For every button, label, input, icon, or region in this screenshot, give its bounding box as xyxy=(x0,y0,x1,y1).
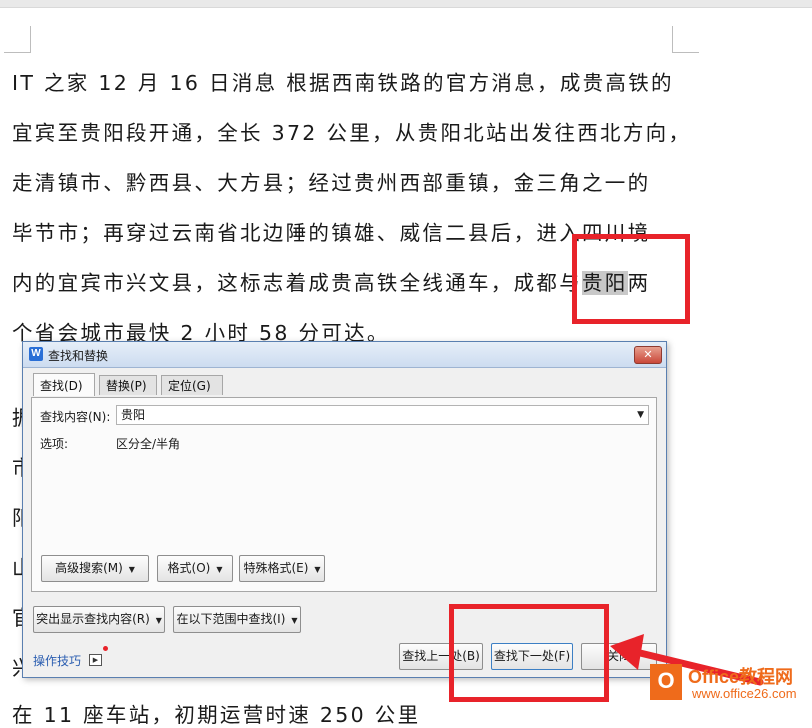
find-in-range-button[interactable]: 在以下范围中查找(I) ▼ xyxy=(173,606,301,633)
highlight-found-label: 突出显示查找内容(R) xyxy=(36,612,150,626)
tips-link[interactable]: 操作技巧 xyxy=(33,652,81,669)
dialog-title: 查找和替换 xyxy=(48,349,109,363)
doc-bottom-line: 在 11 座车站，初期运营时速 250 公里 xyxy=(12,703,421,727)
brand-watermark: O Office教程网 www.office26.com xyxy=(648,657,812,707)
annotation-box-find-next xyxy=(449,604,609,702)
wps-app-icon: W xyxy=(29,347,43,361)
doc-line-3: 走清镇市、黔西县、大方县；经过贵州西部重镇，金三角之一的 xyxy=(12,171,651,195)
find-label: 查找内容(N): xyxy=(40,410,111,424)
advanced-search-label: 高级搜索(M) xyxy=(55,561,123,575)
dropdown-arrow-icon: ▼ xyxy=(314,565,321,574)
tab-goto[interactable]: 定位(G) xyxy=(161,375,223,395)
find-input-value: 贵阳 xyxy=(121,408,146,422)
format-button[interactable]: 格式(O) ▼ xyxy=(157,555,233,582)
highlight-found-button[interactable]: 突出显示查找内容(R) ▼ xyxy=(33,606,165,633)
annotation-box-highlight xyxy=(572,234,690,324)
doc-line-1: IT 之家 12 月 16 日消息 根据西南铁路的官方消息，成贵高铁的 xyxy=(12,71,674,95)
options-value: 区分全/半角 xyxy=(116,437,181,451)
tab-find[interactable]: 查找(D) xyxy=(33,373,95,396)
doc-line-2: 宜宾至贵阳段开通，全长 372 公里，从贵阳北站出发往西北方向， xyxy=(12,121,692,145)
office-logo-icon: O xyxy=(650,664,682,700)
find-input[interactable]: 贵阳 ▼ xyxy=(116,405,649,425)
chevron-down-icon[interactable]: ▼ xyxy=(637,406,644,424)
dropdown-arrow-icon: ▼ xyxy=(291,616,298,625)
dropdown-arrow-icon: ▼ xyxy=(216,565,223,574)
find-panel: 查找内容(N): 贵阳 ▼ 选项: 区分全/半角 高级搜索(M) ▼ 格式(O) ▼… xyxy=(31,397,657,592)
brand-url: www.office26.com xyxy=(692,686,797,701)
special-format-label: 特殊格式(E) xyxy=(243,561,309,575)
advanced-search-button[interactable]: 高级搜索(M) ▼ xyxy=(41,555,149,582)
video-tips-icon[interactable]: ▶ xyxy=(89,654,102,666)
notification-dot-icon xyxy=(103,646,108,651)
dropdown-arrow-icon: ▼ xyxy=(155,616,162,625)
options-label: 选项: xyxy=(40,437,69,451)
tab-replace[interactable]: 替换(P) xyxy=(99,375,157,395)
doc-line-5-text: 内的宜宾市兴文县，这标志着成贵高铁全线通车，成都与 xyxy=(12,271,582,295)
format-label: 格式(O) xyxy=(167,561,211,575)
dialog-titlebar[interactable]: W 查找和替换 ✕ xyxy=(23,342,666,368)
dropdown-arrow-icon: ▼ xyxy=(128,565,135,574)
close-icon[interactable]: ✕ xyxy=(634,346,662,364)
special-format-button[interactable]: 特殊格式(E) ▼ xyxy=(239,555,325,582)
find-in-range-label: 在以下范围中查找(I) xyxy=(176,612,286,626)
